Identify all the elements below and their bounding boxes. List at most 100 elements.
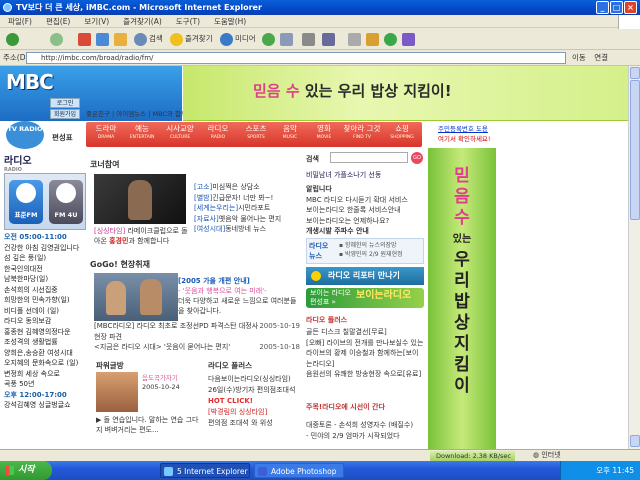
notice-item[interactable]: 개생시발 주파수 안내: [306, 226, 422, 237]
top-banner[interactable]: 믿음 수 있는 우리 밥상 지킴이!: [183, 66, 628, 121]
plus-item[interactable]: [오빠] 라이브의 전개를 만나보실수 있는 라이브의 황제 이승철과 함께하는…: [306, 338, 424, 370]
list-item[interactable]: [고소]미심쩍은 상담소: [194, 182, 298, 193]
history-button[interactable]: [262, 32, 277, 46]
mail-button[interactable]: [280, 32, 295, 46]
gogo-photo[interactable]: [94, 273, 178, 321]
stop-button[interactable]: [78, 32, 93, 46]
attention-item[interactable]: 대중토론 - 손석희 성영자수 (배질수): [306, 420, 424, 431]
start-button[interactable]: 시작: [0, 461, 52, 480]
list-item[interactable]: 라디오 동의보감: [4, 316, 86, 327]
address-input[interactable]: http://imbc.com/broad/radio/fm/: [26, 52, 566, 64]
vertical-scrollbar[interactable]: [628, 66, 640, 449]
nav-sports[interactable]: 스포츠 SPORTS: [238, 124, 274, 141]
list-item[interactable]: 홍종현 김혜영의정다운: [4, 327, 86, 338]
scroll-up-arrow[interactable]: [630, 67, 640, 79]
go-button[interactable]: 이동: [572, 53, 586, 62]
refresh-button[interactable]: [96, 32, 111, 46]
menu-view[interactable]: 보기(V): [84, 17, 109, 26]
radio-news-item[interactable]: ▪ 박영민의 2/9 원재현정: [339, 250, 403, 259]
close-button[interactable]: ×: [624, 1, 637, 14]
favorites-button[interactable]: 즐겨찾기: [170, 32, 213, 46]
notice-item[interactable]: 보이는라디오는 언제하나요?: [306, 216, 422, 227]
power-tag[interactable]: 음도곡가자기: [142, 374, 202, 383]
forward-button[interactable]: [50, 32, 65, 46]
radio-news-item[interactable]: ▪ 항혜한의 뉴스의장망: [339, 241, 403, 250]
nav-drama[interactable]: 드라마 DRAMA: [88, 124, 124, 141]
nav-shopping[interactable]: 쇼핑 SHOPPING: [384, 124, 420, 141]
menu-tools[interactable]: 도구(T): [176, 17, 200, 26]
list-item[interactable]: 손석희의 시선집중: [4, 285, 86, 296]
rplus-line[interactable]: 26일(수)방기자 편의점조대석: [208, 385, 298, 396]
list-item[interactable]: [자료사]옛음악 물어나는 편지: [194, 214, 298, 225]
plus-item[interactable]: 골든 디스크 칠말결선[무료]: [306, 327, 424, 338]
print-button[interactable]: [302, 32, 317, 46]
mbc-logo[interactable]: MBC: [6, 70, 54, 98]
search-button[interactable]: 검색: [134, 32, 163, 46]
news-item[interactable]: [MBC라디오] 라디오 최초로 조정선PD 파격스탄 대정사 현장 파견 200…: [94, 321, 300, 342]
power-text[interactable]: ▶ 돌 연습입니다. 말하는 연습 그다지 벼벼거리는 편도...: [96, 415, 204, 435]
list-item[interactable]: 건강한 아침 김영권입니다: [4, 243, 86, 254]
extra-button[interactable]: [402, 32, 417, 46]
rplus-line[interactable]: 다음보이는라디오(싱싱타임): [208, 374, 298, 385]
nav-entertain[interactable]: 예능 ENTERTAIN: [124, 124, 160, 141]
research-button[interactable]: [366, 32, 381, 46]
messenger-button[interactable]: [384, 32, 399, 46]
search-links[interactable]: 비밀남녀 가플소나기 선동: [306, 170, 381, 180]
list-item[interactable]: [세계는우리는]시민라포트: [194, 203, 298, 214]
nav-culture[interactable]: 시사교양 CULTURE: [162, 124, 198, 141]
back-button[interactable]: [6, 32, 21, 46]
notice-item[interactable]: 보이는라디오 한줄록 서비스안내: [306, 205, 422, 216]
list-item[interactable]: 강석김혜영 싱글벙글쇼: [4, 400, 86, 411]
nav-movie[interactable]: 영화 MOVIE: [306, 124, 342, 141]
standard-fm-button[interactable]: 표준FM: [9, 180, 43, 224]
rplus-line[interactable]: [박경림의 싱싱타임]: [208, 407, 298, 418]
discuss-button[interactable]: [348, 32, 363, 46]
list-item[interactable]: 한국인의대전: [4, 264, 86, 275]
menu-edit[interactable]: 편집(E): [46, 17, 70, 26]
header-links[interactable]: 좋은친구 | 아이엠뉴스 | MBC와 함께: [86, 108, 187, 118]
hot-click[interactable]: HOT CLICK!: [208, 396, 298, 407]
minimize-button[interactable]: _: [596, 1, 609, 14]
menu-favorites[interactable]: 즐겨찾기(A): [123, 17, 162, 26]
list-item[interactable]: 조성격의 생활법률: [4, 337, 86, 348]
gogo-feature[interactable]: [2005 가을 개편 안내] - '웃음과 행복으로 여는 미래'- 더욱 다…: [178, 276, 300, 316]
scroll-down-arrow[interactable]: [630, 435, 640, 447]
links-button[interactable]: 연결: [594, 53, 608, 62]
list-item[interactable]: 남북한마당(일): [4, 274, 86, 285]
list-item[interactable]: [여성시대]동네방네 뉴스: [194, 224, 298, 235]
promo-link-1[interactable]: 주민등록번호 도용: [438, 124, 504, 134]
list-item[interactable]: 곡풍 50년: [4, 379, 86, 390]
login-button[interactable]: 로그인: [50, 98, 80, 108]
news-item[interactable]: <지금은 라디오 시대> '웃음이 묻어나는 편지' 2005-10-18: [94, 342, 300, 353]
vertical-banner[interactable]: 믿 음 수 있는 우 리 밥 상 지 킴 이: [428, 148, 496, 449]
menu-file[interactable]: 파일(F): [8, 17, 32, 26]
schedule-link[interactable]: 편성표: [52, 132, 73, 143]
list-item[interactable]: 비디폴 선데이 (일): [4, 306, 86, 317]
list-item[interactable]: 양희은,송승환 여성시대: [4, 348, 86, 359]
promo-link-2[interactable]: 여기서 확인하세요!: [438, 134, 504, 144]
attention-item[interactable]: - 민야의 2/9 엄마가 시작되었다: [306, 431, 424, 442]
plus-item[interactable]: 음원선의 유쾌한 방송현장 속으로[유료]: [306, 369, 424, 380]
corner-photo[interactable]: [94, 174, 186, 224]
maximize-button[interactable]: □: [610, 1, 623, 14]
nav-music[interactable]: 음악 MUSIC: [272, 124, 308, 141]
notice-item[interactable]: MBC 라디오 다시듣기 확대 서비스: [306, 195, 422, 206]
list-item[interactable]: 오지혜의 문화속으로 (일): [4, 358, 86, 369]
search-go-button[interactable]: GO: [411, 152, 423, 164]
nav-radio[interactable]: 라디오 RADIO: [200, 124, 236, 141]
fm4u-button[interactable]: FM 4U: [49, 180, 83, 224]
nav-findtv[interactable]: 찾아라 그것 FIND TV: [340, 124, 384, 141]
menu-help[interactable]: 도움말(H): [214, 17, 246, 26]
search-input[interactable]: [330, 152, 408, 163]
list-item[interactable]: 섬 깊은 풍(일): [4, 253, 86, 264]
home-button[interactable]: [114, 32, 129, 46]
power-photo[interactable]: [96, 372, 138, 412]
join-button[interactable]: 회원가입: [50, 109, 80, 119]
task-ie[interactable]: 5 Internet Explorer: [160, 463, 250, 478]
list-item[interactable]: 희망한의 민속가향(일): [4, 295, 86, 306]
visible-radio-card[interactable]: 보이는 라디오 편성표 » 보이는라디오: [306, 288, 424, 308]
tv-radio-button[interactable]: TV RADIO: [6, 121, 44, 149]
corner-caption[interactable]: [싱싱타임] 라메이크클럽으로 돌아온 홍경민과 함께합니다: [94, 226, 194, 246]
rplus-line[interactable]: 편의점 조대석 와 위성: [208, 418, 298, 429]
list-item[interactable]: [별밤]긴급문자! 너만 봐~!: [194, 193, 298, 204]
